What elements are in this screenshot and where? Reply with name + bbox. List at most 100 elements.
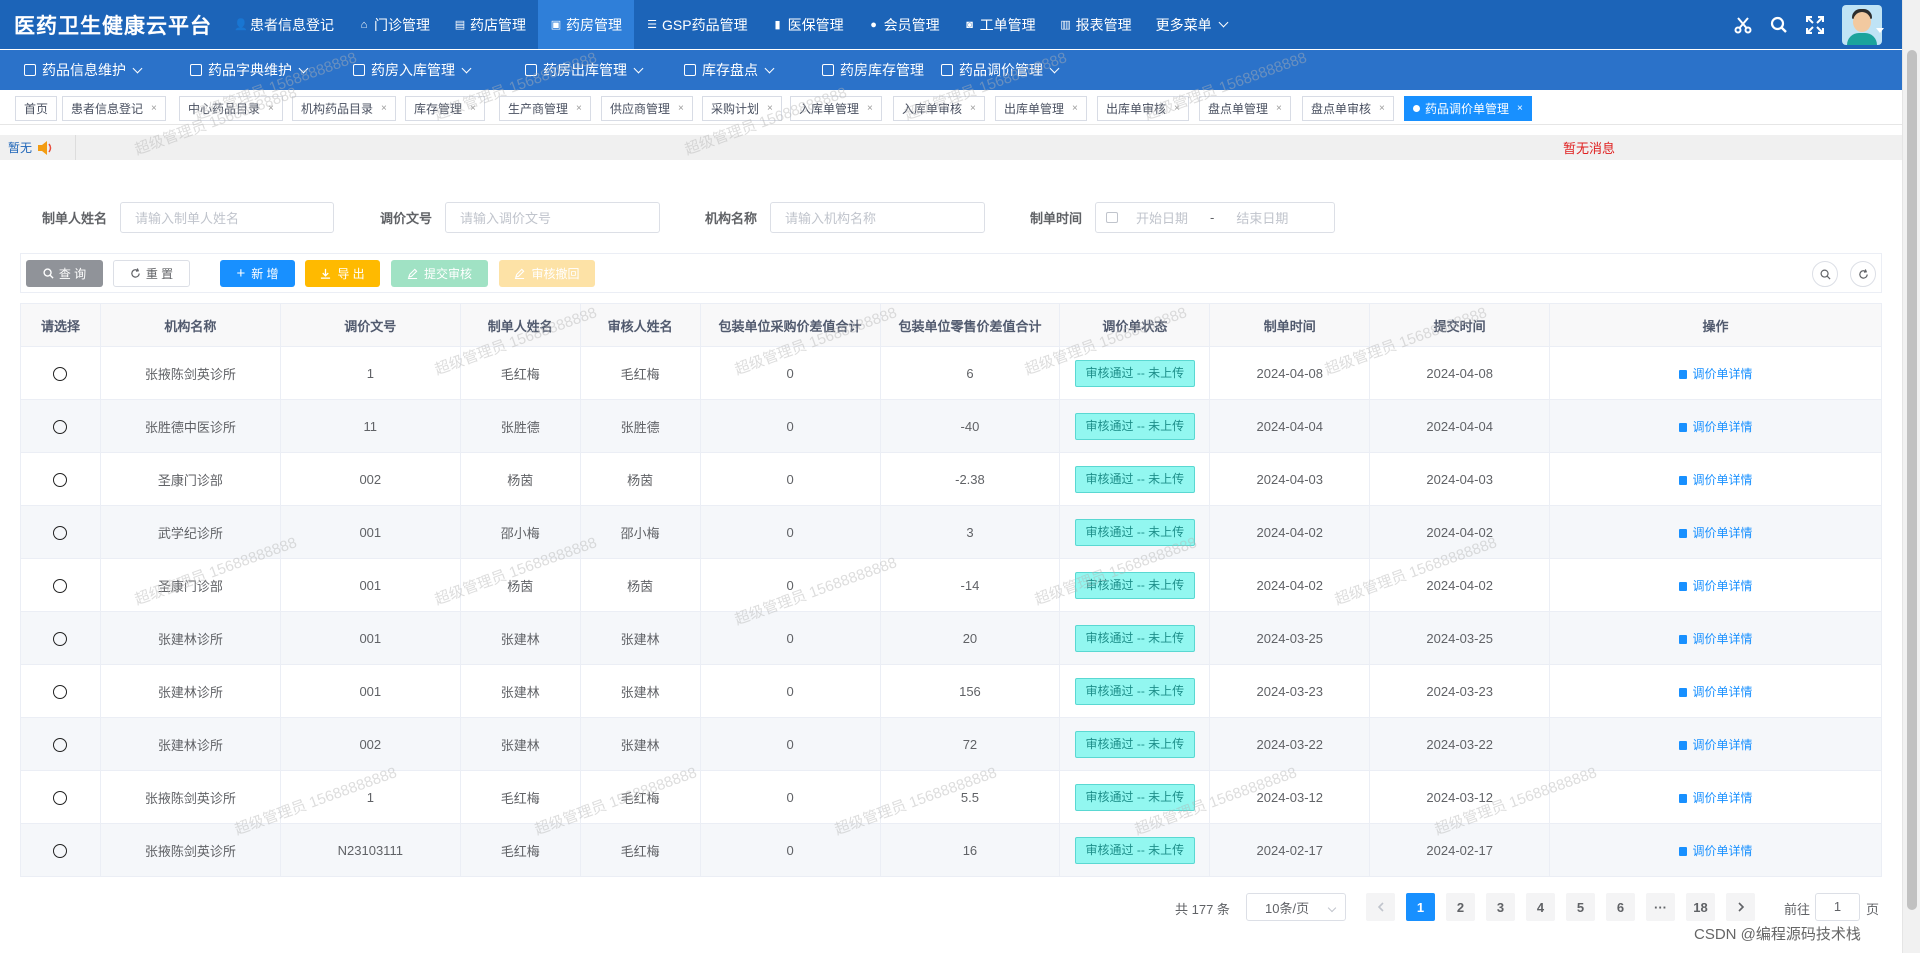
- close-icon[interactable]: ×: [1276, 103, 1282, 114]
- goto-page-input[interactable]: 1: [1815, 893, 1860, 921]
- close-icon[interactable]: ×: [867, 103, 873, 114]
- tab-6[interactable]: 供应商管理 ×: [601, 96, 693, 121]
- page-button[interactable]: 4: [1526, 893, 1555, 921]
- detail-link[interactable]: 调价单详情: [1678, 632, 1753, 646]
- detail-link[interactable]: 调价单详情: [1678, 844, 1753, 858]
- subnav-item-2[interactable]: 药房入库管理: [353, 50, 472, 90]
- row-radio[interactable]: [53, 578, 68, 593]
- topnav-item-5[interactable]: ▮ 医保管理: [760, 0, 856, 49]
- detail-link[interactable]: 调价单详情: [1678, 420, 1753, 434]
- subnav-item-0[interactable]: 药品信息维护: [24, 50, 143, 90]
- close-icon[interactable]: ×: [1379, 103, 1385, 114]
- detail-link[interactable]: 调价单详情: [1678, 685, 1753, 699]
- topnav-item-3[interactable]: ▣ 药房管理: [538, 0, 634, 49]
- tab-0[interactable]: 首页: [15, 96, 58, 121]
- close-icon[interactable]: ×: [767, 103, 773, 114]
- topnav-item-8[interactable]: ▥ 报表管理: [1048, 0, 1144, 49]
- search-toggle-button[interactable]: [1812, 261, 1838, 287]
- fullscreen-icon[interactable]: [1806, 15, 1824, 34]
- subnav-item-6[interactable]: 药品调价管理: [941, 50, 1060, 90]
- table-row[interactable]: 武学纪诊所 001 邵小梅 邵小梅 0 3 审核通过 -- 未上传 2024-04-02 202…: [20, 505, 1882, 559]
- tab-7[interactable]: 采购计划 ×: [702, 96, 782, 121]
- user-avatar[interactable]: [1842, 4, 1882, 45]
- page-button[interactable]: 2: [1446, 893, 1475, 921]
- close-icon[interactable]: ×: [1072, 103, 1078, 114]
- close-icon[interactable]: ×: [151, 103, 157, 114]
- start-date-input[interactable]: 开始日期: [1136, 208, 1188, 227]
- page-size-select[interactable]: 10条/页: [1246, 893, 1346, 921]
- export-button[interactable]: 导 出: [305, 260, 380, 287]
- row-radio[interactable]: [53, 525, 68, 540]
- table-row[interactable]: 张掖陈剑英诊所 N23103111 毛红梅 毛红梅 0 16 审核通过 -- 未上传 2024…: [20, 823, 1882, 877]
- detail-link[interactable]: 调价单详情: [1678, 526, 1753, 540]
- close-icon[interactable]: ×: [381, 103, 387, 114]
- close-icon[interactable]: ×: [678, 103, 684, 114]
- refresh-button[interactable]: [1850, 261, 1876, 287]
- tab-8[interactable]: 入库单管理 ×: [790, 96, 882, 121]
- tab-12[interactable]: 盘点单管理 ×: [1199, 96, 1291, 121]
- row-radio[interactable]: [53, 843, 68, 858]
- creator-input[interactable]: 请输入制单人姓名: [120, 202, 334, 233]
- avatar-dropdown-icon[interactable]: [1876, 28, 1884, 33]
- detail-link[interactable]: 调价单详情: [1678, 367, 1753, 381]
- org-input[interactable]: 请输入机构名称: [770, 202, 985, 233]
- tab-1[interactable]: 患者信息登记 ×: [62, 96, 166, 121]
- detail-link[interactable]: 调价单详情: [1678, 791, 1753, 805]
- tab-4[interactable]: 库存管理 ×: [405, 96, 485, 121]
- table-row[interactable]: 圣康门诊部 002 杨茵 杨茵 0 -2.38 审核通过 -- 未上传 2024-04-03 2…: [20, 452, 1882, 506]
- close-icon[interactable]: ×: [1517, 103, 1523, 114]
- subnav-item-4[interactable]: 库存盘点: [684, 50, 775, 90]
- close-icon[interactable]: ×: [268, 103, 274, 114]
- detail-link[interactable]: 调价单详情: [1678, 473, 1753, 487]
- scissors-icon[interactable]: [1734, 16, 1752, 34]
- next-page-button[interactable]: [1726, 893, 1755, 921]
- table-row[interactable]: 张掖陈剑英诊所 1 毛红梅 毛红梅 0 5.5 审核通过 -- 未上传 2024-03-12 2…: [20, 770, 1882, 824]
- table-row[interactable]: 张建林诊所 001 张建林 张建林 0 20 审核通过 -- 未上传 2024-03-25 20…: [20, 611, 1882, 665]
- close-icon[interactable]: ×: [1174, 103, 1180, 114]
- tab-13[interactable]: 盘点单审核 ×: [1302, 96, 1394, 121]
- subnav-item-1[interactable]: 药品字典维护: [190, 50, 309, 90]
- tab-2[interactable]: 中心药品目录 ×: [179, 96, 283, 121]
- add-button[interactable]: + 新 增: [220, 260, 295, 287]
- topnav-item-0[interactable]: 👤 患者信息登记: [222, 0, 346, 49]
- topnav-item-2[interactable]: ▤ 药店管理: [442, 0, 538, 49]
- query-button[interactable]: 查 询: [26, 260, 103, 287]
- page-scrollbar[interactable]: [1902, 0, 1920, 953]
- subnav-item-5[interactable]: 药房库存管理: [822, 50, 924, 90]
- table-row[interactable]: 张建林诊所 002 张建林 张建林 0 72 审核通过 -- 未上传 2024-03-22 20…: [20, 717, 1882, 771]
- topnav-item-1[interactable]: ⌂ 门诊管理: [346, 0, 442, 49]
- search-icon[interactable]: [1770, 16, 1788, 34]
- table-row[interactable]: 张建林诊所 001 张建林 张建林 0 156 审核通过 -- 未上传 2024-03-23 2…: [20, 664, 1882, 718]
- row-radio[interactable]: [53, 419, 68, 434]
- row-radio[interactable]: [53, 737, 68, 752]
- row-radio[interactable]: [53, 631, 68, 646]
- row-radio[interactable]: [53, 472, 68, 487]
- tab-10[interactable]: 出库单管理 ×: [995, 96, 1087, 121]
- table-row[interactable]: 张掖陈剑英诊所 1 毛红梅 毛红梅 0 6 审核通过 -- 未上传 2024-04-08 202…: [20, 346, 1882, 400]
- close-icon[interactable]: ×: [970, 103, 976, 114]
- topnav-item-7[interactable]: ◙ 工单管理: [952, 0, 1048, 49]
- withdraw-review-button[interactable]: 审核撤回: [499, 260, 595, 287]
- row-radio[interactable]: [53, 366, 68, 381]
- docno-input[interactable]: 请输入调价文号: [445, 202, 660, 233]
- tab-9[interactable]: 入库单审核 ×: [893, 96, 985, 121]
- end-date-input[interactable]: 结束日期: [1236, 208, 1288, 227]
- topnav-item-6[interactable]: ● 会员管理: [856, 0, 952, 49]
- table-row[interactable]: 圣康门诊部 001 杨茵 杨茵 0 -14 审核通过 -- 未上传 2024-04-02 202…: [20, 558, 1882, 612]
- row-radio[interactable]: [53, 684, 68, 699]
- topnav-item-4[interactable]: ☰ GSP药品管理: [634, 0, 760, 49]
- close-icon[interactable]: ×: [470, 103, 476, 114]
- more-pages-button[interactable]: ···: [1646, 893, 1675, 921]
- page-button[interactable]: 6: [1606, 893, 1635, 921]
- submit-review-button[interactable]: 提交审核: [391, 260, 488, 287]
- page-button[interactable]: 1: [1406, 893, 1435, 921]
- page-button[interactable]: 3: [1486, 893, 1515, 921]
- tab-14[interactable]: 药品调价单管理 ×: [1404, 96, 1532, 121]
- subnav-item-3[interactable]: 药房出库管理: [525, 50, 644, 90]
- detail-link[interactable]: 调价单详情: [1678, 579, 1753, 593]
- row-radio[interactable]: [53, 790, 68, 805]
- scrollbar-thumb[interactable]: [1907, 50, 1917, 910]
- page-button[interactable]: 18: [1686, 893, 1715, 921]
- prev-page-button[interactable]: [1366, 893, 1395, 921]
- reset-button[interactable]: 重 置: [113, 260, 190, 287]
